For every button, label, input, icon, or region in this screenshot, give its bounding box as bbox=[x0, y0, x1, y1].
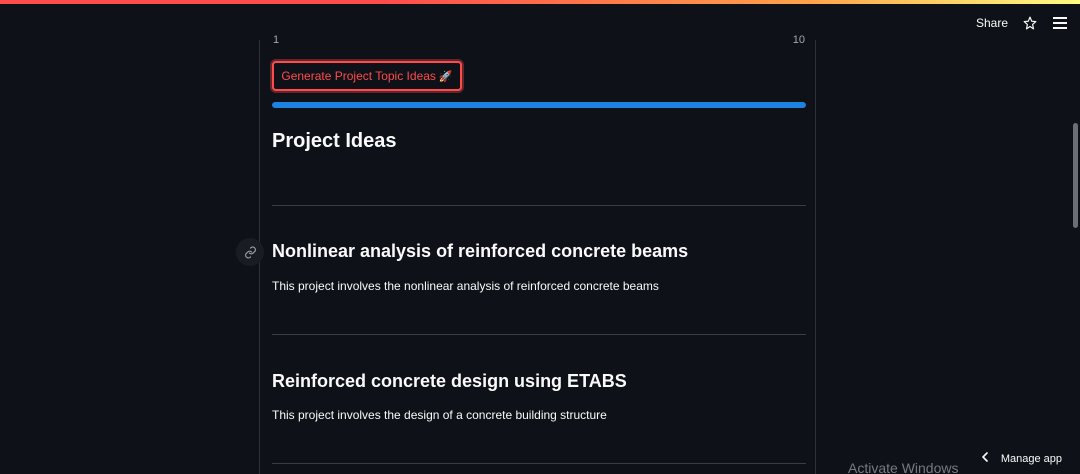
idea-description: This project involves the design of a co… bbox=[272, 408, 607, 422]
star-icon[interactable] bbox=[1022, 15, 1038, 31]
idea-title: Reinforced concrete design using ETABS bbox=[272, 371, 627, 391]
share-button[interactable]: Share bbox=[976, 16, 1008, 30]
rocket-icon: 🚀 bbox=[438, 70, 453, 83]
generate-ideas-label: Generate Project Topic Ideas bbox=[281, 69, 436, 83]
divider bbox=[272, 205, 806, 206]
idea-description: This project involves the nonlinear anal… bbox=[272, 279, 659, 293]
top-decoration-stripe bbox=[0, 0, 1080, 4]
main-content-block: 1 10 Generate Project Topic Ideas 🚀 Proj… bbox=[236, 34, 816, 474]
slider-max-label: 10 bbox=[792, 34, 805, 46]
slider-tick-labels: 1 10 bbox=[273, 34, 805, 46]
slider-min-label: 1 bbox=[273, 34, 280, 46]
hamburger-menu-icon[interactable] bbox=[1052, 15, 1068, 31]
page-title: Project Ideas bbox=[272, 130, 397, 152]
divider bbox=[272, 334, 806, 335]
link-icon[interactable] bbox=[236, 238, 264, 266]
generate-ideas-button[interactable]: Generate Project Topic Ideas 🚀 bbox=[272, 61, 462, 91]
divider bbox=[272, 463, 806, 464]
progress-bar bbox=[272, 102, 806, 108]
progress-bar-fill bbox=[272, 102, 806, 108]
header-actions: Share bbox=[976, 15, 1068, 31]
idea-title: Nonlinear analysis of reinforced concret… bbox=[272, 241, 689, 261]
manage-app-label: Manage app bbox=[1000, 452, 1062, 465]
scrollbar[interactable] bbox=[1073, 123, 1078, 228]
chevron-left-icon bbox=[981, 452, 989, 465]
activate-windows-watermark: Activate Windows bbox=[848, 460, 959, 474]
manage-app-button[interactable]: Manage app bbox=[981, 452, 1062, 465]
